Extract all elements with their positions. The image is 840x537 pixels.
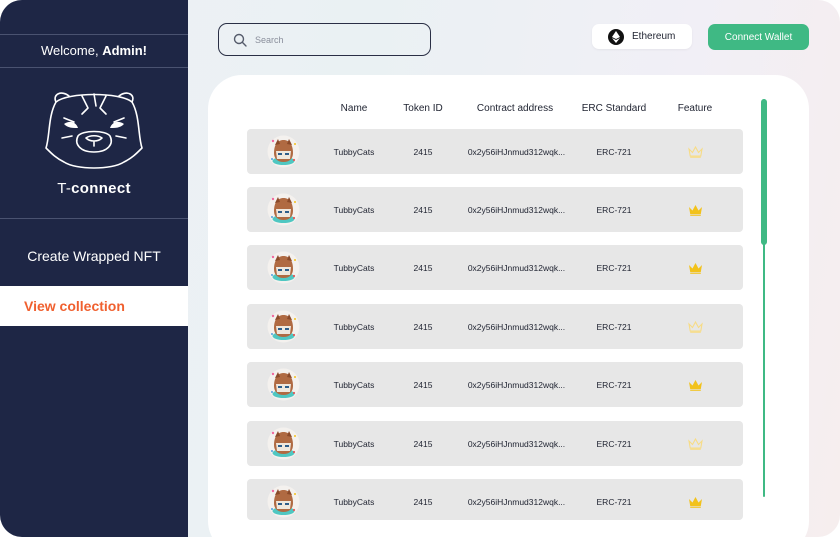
cell-name: TubbyCats bbox=[333, 379, 375, 390]
sidebar: Welcome, Admin! T-connect Create Wrapped… bbox=[0, 0, 188, 537]
network-label: Ethereum bbox=[632, 31, 676, 42]
network-selector[interactable]: Ethereum bbox=[592, 24, 692, 49]
cell-name: TubbyCats bbox=[333, 146, 375, 157]
admin-name: Admin! bbox=[102, 43, 147, 58]
cell-erc-standard: ERC-721 bbox=[596, 438, 632, 449]
ethereum-icon bbox=[608, 28, 624, 45]
nav-view-collection[interactable]: View collection bbox=[0, 286, 188, 326]
cell-erc-standard: ERC-721 bbox=[596, 321, 632, 332]
cell-name: TubbyCats bbox=[333, 262, 375, 273]
table-row[interactable]: TubbyCats 2415 0x2y56iHJnmud312wqk... ER… bbox=[247, 421, 743, 466]
search-box bbox=[218, 23, 431, 56]
cell-erc-standard: ERC-721 bbox=[596, 262, 632, 273]
nav-create-wrapped-nft[interactable]: Create Wrapped NFT bbox=[0, 236, 188, 276]
column-header-erc-standard: ERC Standard bbox=[581, 103, 647, 114]
crown-icon bbox=[687, 320, 703, 333]
search-input[interactable] bbox=[255, 34, 415, 45]
cell-name: TubbyCats bbox=[333, 204, 375, 215]
table-row[interactable]: TubbyCats 2415 0x2y56iHJnmud312wqk... ER… bbox=[247, 479, 743, 520]
cell-contract-address: 0x2y56iHJnmud312wqk... bbox=[467, 438, 566, 449]
table-row[interactable]: TubbyCats 2415 0x2y56iHJnmud312wqk... ER… bbox=[247, 304, 743, 349]
sidebar-divider bbox=[0, 67, 188, 68]
crown-icon bbox=[687, 437, 703, 450]
scrollbar-thumb[interactable] bbox=[761, 99, 767, 245]
cell-contract-address: 0x2y56iHJnmud312wqk... bbox=[467, 146, 566, 157]
brand-name: T-connect bbox=[57, 180, 131, 197]
sidebar-divider bbox=[0, 34, 188, 35]
crown-icon bbox=[688, 204, 702, 216]
cell-token-id: 2415 bbox=[413, 438, 433, 449]
cell-token-id: 2415 bbox=[413, 496, 433, 507]
cell-name: TubbyCats bbox=[333, 321, 375, 332]
cell-contract-address: 0x2y56iHJnmud312wqk... bbox=[467, 379, 566, 390]
nft-thumbnail bbox=[267, 193, 300, 226]
column-header-token-id: Token ID bbox=[403, 103, 443, 114]
crown-icon bbox=[688, 496, 702, 508]
cell-contract-address: 0x2y56iHJnmud312wqk... bbox=[467, 496, 566, 507]
table-row[interactable]: TubbyCats 2415 0x2y56iHJnmud312wqk... ER… bbox=[247, 362, 743, 407]
column-header-name: Name bbox=[340, 103, 368, 114]
nft-thumbnail bbox=[267, 427, 300, 460]
cell-token-id: 2415 bbox=[413, 204, 433, 215]
table-row[interactable]: TubbyCats 2415 0x2y56iHJnmud312wqk... ER… bbox=[247, 129, 743, 174]
collection-card: Name Token ID Contract address ERC Stand… bbox=[208, 75, 809, 537]
crown-icon bbox=[688, 262, 702, 274]
table-header: Name Token ID Contract address ERC Stand… bbox=[208, 103, 809, 117]
cell-erc-standard: ERC-721 bbox=[596, 146, 632, 157]
cell-erc-standard: ERC-721 bbox=[596, 379, 632, 390]
cell-name: TubbyCats bbox=[333, 496, 375, 507]
cell-token-id: 2415 bbox=[413, 379, 433, 390]
sidebar-divider bbox=[0, 218, 188, 219]
feature-crown-icon[interactable] bbox=[670, 129, 720, 174]
crown-icon bbox=[688, 379, 702, 391]
connect-wallet-button[interactable]: Connect Wallet bbox=[708, 24, 809, 50]
feature-crown-icon[interactable] bbox=[670, 304, 720, 349]
nft-thumbnail bbox=[267, 310, 300, 343]
feature-crown-icon[interactable] bbox=[670, 362, 720, 407]
table-row[interactable]: TubbyCats 2415 0x2y56iHJnmud312wqk... ER… bbox=[247, 245, 743, 290]
column-header-contract-address: Contract address bbox=[476, 103, 554, 114]
column-header-feature: Feature bbox=[677, 103, 713, 114]
cell-token-id: 2415 bbox=[413, 146, 433, 157]
cell-token-id: 2415 bbox=[413, 262, 433, 273]
nft-thumbnail bbox=[267, 135, 300, 168]
cell-erc-standard: ERC-721 bbox=[596, 496, 632, 507]
cell-erc-standard: ERC-721 bbox=[596, 204, 632, 215]
cell-contract-address: 0x2y56iHJnmud312wqk... bbox=[467, 204, 566, 215]
crown-icon bbox=[687, 145, 703, 158]
welcome-text: Welcome, Admin! bbox=[41, 43, 147, 58]
cell-contract-address: 0x2y56iHJnmud312wqk... bbox=[467, 321, 566, 332]
feature-crown-icon[interactable] bbox=[670, 479, 720, 524]
cell-token-id: 2415 bbox=[413, 321, 433, 332]
table-row[interactable]: TubbyCats 2415 0x2y56iHJnmud312wqk... ER… bbox=[247, 187, 743, 232]
nft-thumbnail bbox=[267, 485, 300, 518]
cell-contract-address: 0x2y56iHJnmud312wqk... bbox=[467, 262, 566, 273]
feature-crown-icon[interactable] bbox=[670, 421, 720, 466]
app-window: Welcome, Admin! T-connect Create Wrapped… bbox=[0, 0, 840, 537]
nft-thumbnail bbox=[267, 251, 300, 284]
feature-crown-icon[interactable] bbox=[670, 187, 720, 232]
nft-thumbnail bbox=[267, 368, 300, 401]
feature-crown-icon[interactable] bbox=[670, 245, 720, 290]
search-icon bbox=[233, 33, 247, 47]
cell-name: TubbyCats bbox=[333, 438, 375, 449]
tiger-logo-icon bbox=[45, 92, 143, 169]
